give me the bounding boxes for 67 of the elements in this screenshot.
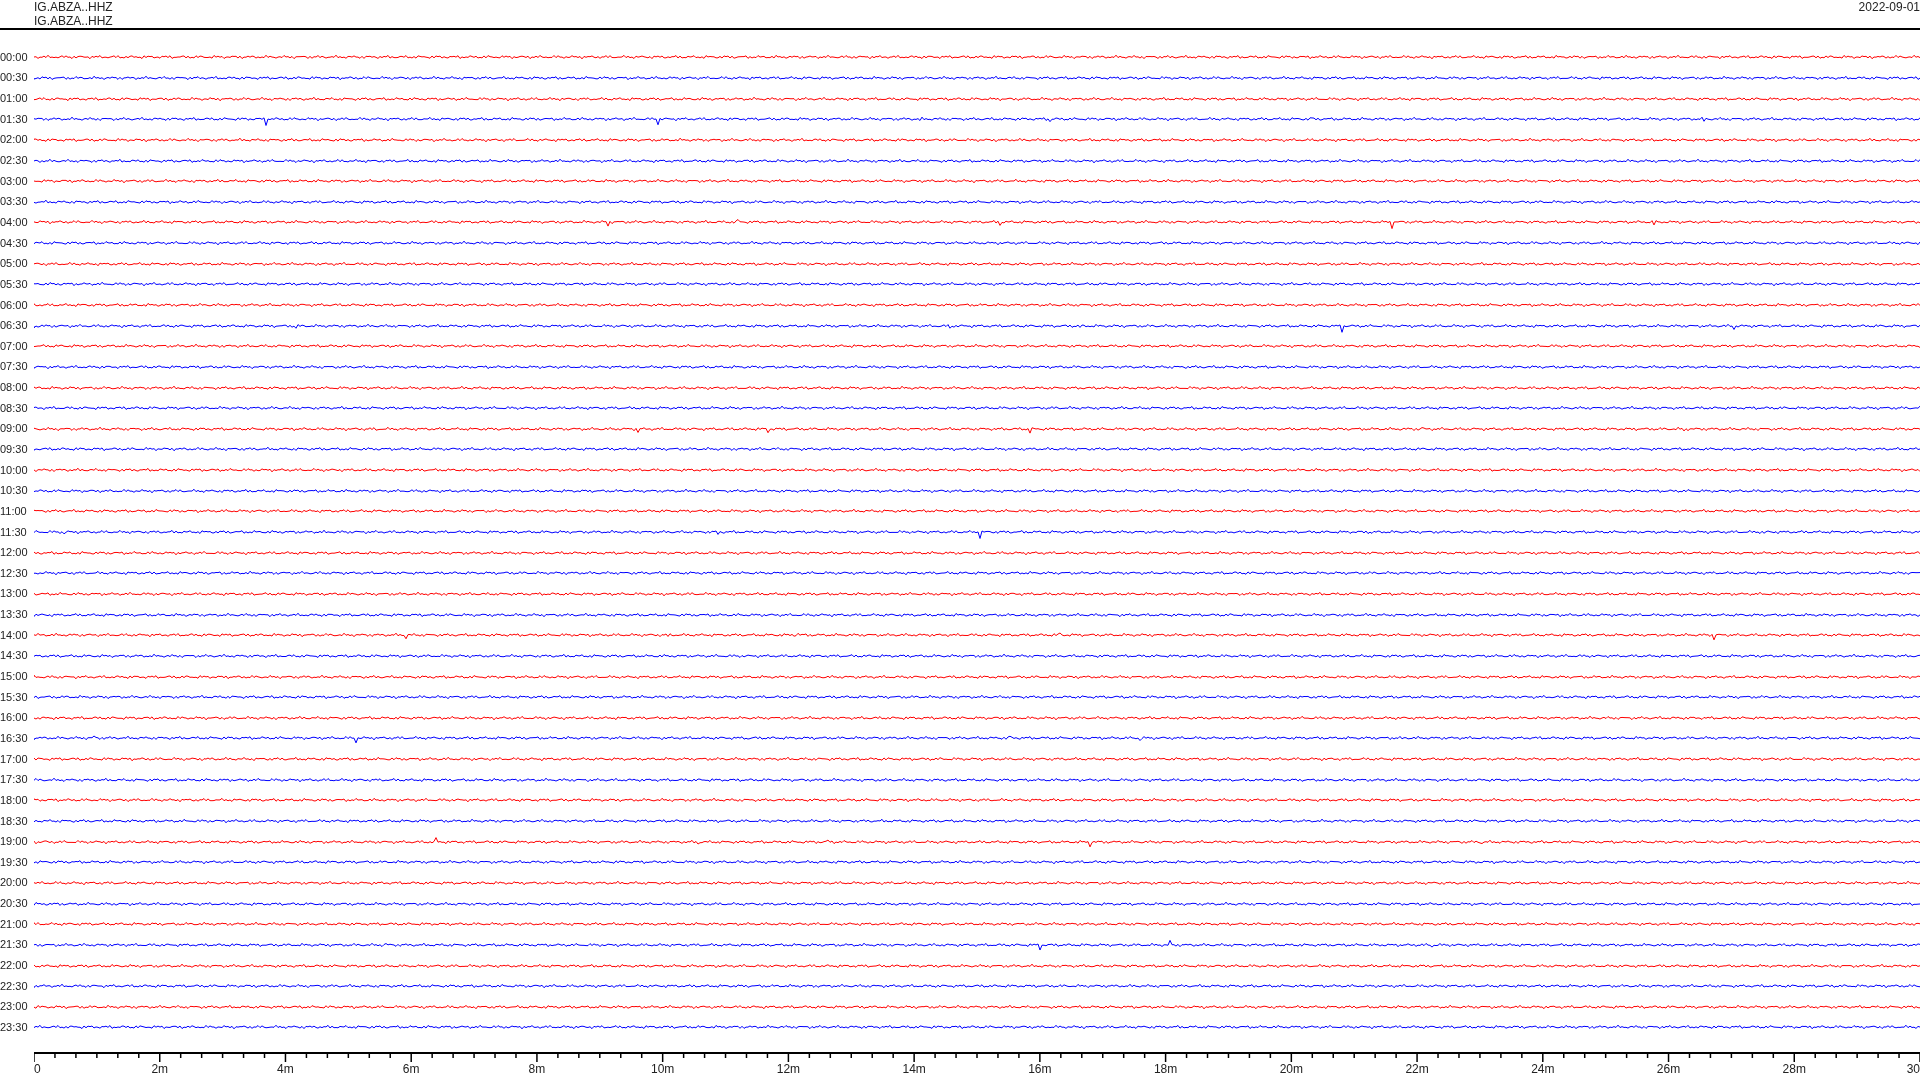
time-label: 20:30: [0, 898, 29, 910]
time-label: 00:30: [0, 72, 29, 84]
axis-tick-label: 14m: [902, 1061, 926, 1076]
time-label: 09:00: [0, 423, 29, 435]
time-label: 11:00: [0, 505, 28, 517]
time-label: 07:00: [0, 340, 29, 352]
time-label: 19:00: [0, 836, 29, 848]
time-label: 02:00: [0, 134, 29, 146]
time-label: 19:30: [0, 856, 29, 868]
station-label: IG.ABZA..HHZ: [34, 0, 113, 14]
time-label: 12:30: [0, 567, 29, 579]
time-label: 15:00: [0, 671, 29, 683]
axis-tick-label: 22m: [1405, 1061, 1429, 1076]
time-label: 04:30: [0, 237, 29, 249]
time-label: 04:00: [0, 216, 29, 228]
time-label: 16:30: [0, 732, 29, 744]
time-label: 02:30: [0, 155, 29, 166]
axis-tick-label: 24m: [1531, 1061, 1555, 1076]
time-label: 05:30: [0, 278, 29, 290]
time-label: 07:30: [0, 361, 29, 373]
time-label: 05:00: [0, 258, 29, 270]
time-label: 13:30: [0, 609, 29, 621]
axis-tick-label: 16m: [1028, 1061, 1052, 1076]
axis-tick-label: 10m: [651, 1061, 675, 1076]
time-label: 08:00: [0, 382, 29, 394]
time-label: 13:00: [0, 588, 29, 600]
time-label: 06:30: [0, 320, 29, 332]
time-label: 08:30: [0, 402, 29, 414]
time-label: 03:30: [0, 196, 29, 208]
time-label: 09:30: [0, 444, 29, 455]
time-label: 01:00: [0, 93, 29, 105]
axis-tick-label: 12m: [776, 1061, 801, 1076]
time-label: 17:00: [0, 753, 29, 765]
axis-tick-label: 2m: [151, 1061, 169, 1076]
axis-tick-label: 30: [1906, 1061, 1920, 1076]
time-label: 14:00: [0, 629, 29, 641]
time-label: 18:00: [0, 794, 29, 806]
time-label: 03:00: [0, 175, 29, 187]
time-label: 16:00: [0, 712, 29, 724]
time-label: 01:30: [0, 113, 29, 125]
axis-tick-label: 8m: [528, 1061, 546, 1076]
time-label: 18:30: [0, 815, 29, 827]
time-label: 12:00: [0, 547, 29, 559]
time-label: 21:30: [0, 939, 29, 951]
time-label: 22:30: [0, 980, 29, 992]
time-label: 22:00: [0, 960, 29, 971]
axis-tick-label: 4m: [277, 1061, 294, 1076]
date-label: 2022-09-01: [1858, 0, 1920, 14]
axis-tick-label: 18m: [1153, 1061, 1178, 1076]
time-label: 10:00: [0, 464, 29, 476]
time-label: 23:00: [0, 1001, 29, 1013]
station-label: IG.ABZA..HHZ: [34, 14, 113, 28]
time-label: 11:30: [0, 526, 28, 538]
axis-tick-label: 0: [34, 1061, 41, 1076]
axis-tick-label: 6m: [402, 1061, 420, 1076]
time-label: 23:30: [0, 1021, 29, 1033]
time-label: 06:00: [0, 299, 29, 311]
time-label: 21:00: [0, 918, 29, 930]
axis-tick-label: 20m: [1279, 1061, 1303, 1076]
time-label: 17:30: [0, 774, 29, 786]
time-label: 20:00: [0, 877, 29, 889]
axis-tick-label: 26m: [1656, 1061, 1681, 1076]
time-label: 10:30: [0, 485, 29, 497]
axis-tick-label: 28m: [1782, 1061, 1806, 1076]
time-label: 00:00: [0, 51, 29, 63]
time-label: 14:30: [0, 650, 29, 662]
time-label: 15:30: [0, 691, 29, 703]
